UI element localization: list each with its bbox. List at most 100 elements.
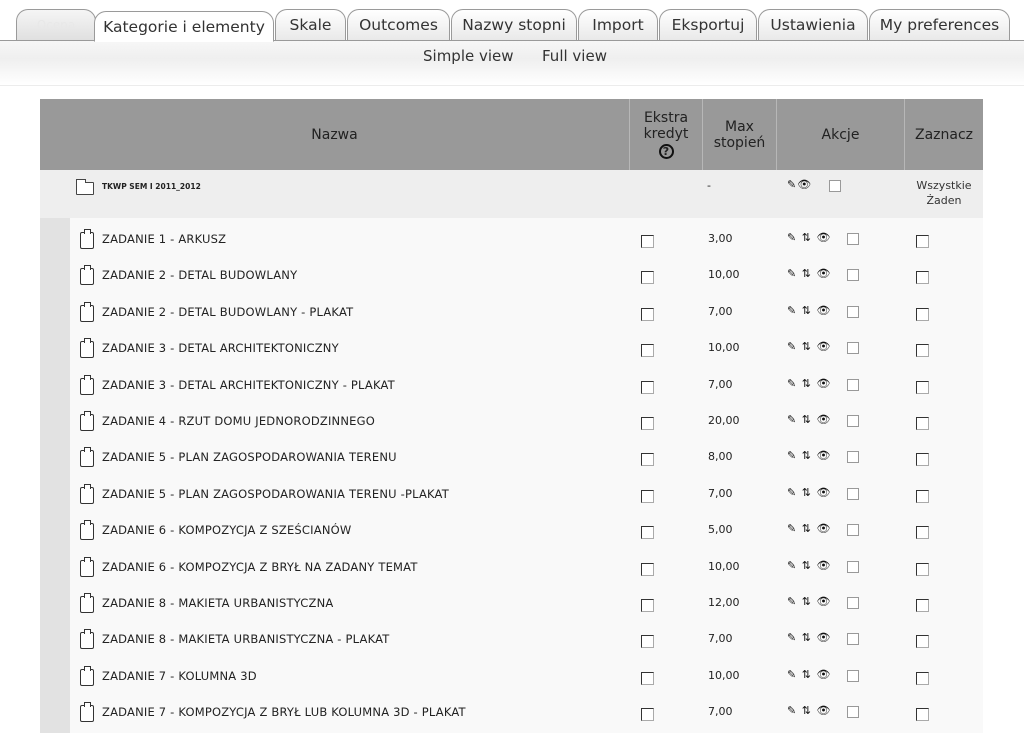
category-action-checkbox[interactable] bbox=[829, 180, 841, 192]
edit-icon[interactable]: ✎ bbox=[787, 178, 797, 191]
move-icon[interactable]: ⇅ bbox=[802, 304, 812, 317]
extra-credit-checkbox[interactable] bbox=[641, 344, 654, 358]
edit-icon[interactable]: ✎ bbox=[787, 340, 797, 353]
eye-icon[interactable]: 👁 bbox=[816, 704, 831, 717]
tab-categories-items[interactable]: Kategorie i elementy bbox=[94, 11, 274, 42]
extra-credit-checkbox[interactable] bbox=[641, 708, 654, 722]
tab-scales[interactable]: Skale bbox=[275, 9, 346, 40]
eye-icon[interactable]: 👁 bbox=[816, 413, 831, 426]
item-action-checkbox[interactable] bbox=[847, 487, 859, 500]
item-name[interactable]: ZADANIE 7 - KOLUMNA 3D bbox=[102, 669, 257, 683]
select-item-checkbox[interactable] bbox=[916, 417, 929, 430]
item-name[interactable]: ZADANIE 2 - DETAL BUDOWLANY - PLAKAT bbox=[102, 305, 353, 319]
move-icon[interactable]: ⇅ bbox=[802, 340, 812, 353]
extra-credit-checkbox[interactable] bbox=[641, 635, 654, 649]
tab-export[interactable]: Eksportuj bbox=[659, 9, 757, 40]
eye-icon[interactable]: 👁 bbox=[816, 377, 831, 390]
tab-settings[interactable]: Ustawienia bbox=[758, 9, 868, 40]
item-name[interactable]: ZADANIE 2 - DETAL BUDOWLANY bbox=[102, 268, 297, 282]
move-icon[interactable]: ⇅ bbox=[802, 413, 812, 426]
extra-credit-checkbox[interactable] bbox=[641, 307, 654, 321]
select-item-checkbox[interactable] bbox=[916, 271, 929, 285]
move-icon[interactable]: ⇅ bbox=[802, 522, 812, 535]
item-action-checkbox[interactable] bbox=[847, 524, 859, 537]
edit-icon[interactable]: ✎ bbox=[787, 704, 797, 717]
edit-icon[interactable]: ✎ bbox=[787, 559, 797, 572]
item-action-checkbox[interactable] bbox=[847, 415, 859, 427]
move-icon[interactable]: ⇅ bbox=[802, 377, 812, 390]
tab-grade-letters[interactable]: Nazwy stopni bbox=[451, 9, 577, 40]
select-item-checkbox[interactable] bbox=[916, 489, 929, 503]
edit-icon[interactable]: ✎ bbox=[787, 413, 797, 426]
move-icon[interactable]: ⇅ bbox=[802, 704, 812, 717]
select-item-checkbox[interactable] bbox=[916, 635, 929, 649]
item-name[interactable]: ZADANIE 5 - PLAN ZAGOSPODAROWANIA TERENU… bbox=[102, 487, 449, 501]
eye-icon[interactable]: 👁 bbox=[816, 449, 831, 462]
select-item-checkbox[interactable] bbox=[916, 599, 929, 612]
help-icon[interactable]: ? bbox=[658, 144, 674, 159]
item-name[interactable]: ZADANIE 8 - MAKIETA URBANISTYCZNA bbox=[102, 596, 333, 610]
eye-icon[interactable]: 👁 bbox=[816, 304, 831, 317]
item-name[interactable]: ZADANIE 7 - KOMPOZYCJA Z BRYŁ LUB KOLUMN… bbox=[102, 705, 466, 719]
select-item-checkbox[interactable] bbox=[916, 235, 929, 248]
item-action-checkbox[interactable] bbox=[847, 669, 859, 682]
edit-icon[interactable]: ✎ bbox=[787, 231, 797, 244]
edit-icon[interactable]: ✎ bbox=[787, 522, 797, 535]
edit-icon[interactable]: ✎ bbox=[787, 267, 797, 280]
item-action-checkbox[interactable] bbox=[847, 560, 859, 573]
edit-icon[interactable]: ✎ bbox=[787, 304, 797, 317]
edit-icon[interactable]: ✎ bbox=[787, 486, 797, 499]
item-name[interactable]: ZADANIE 5 - PLAN ZAGOSPODAROWANIA TERENU bbox=[102, 450, 397, 464]
edit-icon[interactable]: ✎ bbox=[787, 668, 797, 681]
tab-my-preferences[interactable]: My preferences bbox=[869, 9, 1010, 40]
item-name[interactable]: ZADANIE 6 - KOMPOZYCJA Z BRYŁ NA ZADANY … bbox=[102, 560, 418, 574]
simple-view-link[interactable]: Simple view bbox=[423, 47, 514, 65]
select-all-link[interactable]: Wszystkie bbox=[916, 179, 971, 192]
extra-credit-checkbox[interactable] bbox=[641, 599, 654, 612]
select-item-checkbox[interactable] bbox=[916, 708, 929, 722]
extra-credit-checkbox[interactable] bbox=[641, 671, 654, 685]
move-icon[interactable]: ⇅ bbox=[802, 631, 812, 644]
extra-credit-checkbox[interactable] bbox=[641, 271, 654, 285]
eye-icon[interactable]: 👁 bbox=[816, 522, 831, 535]
item-action-checkbox[interactable] bbox=[847, 597, 859, 609]
select-item-checkbox[interactable] bbox=[916, 380, 929, 394]
extra-credit-checkbox[interactable] bbox=[641, 417, 654, 430]
extra-credit-checkbox[interactable] bbox=[641, 453, 654, 467]
move-icon[interactable]: ⇅ bbox=[802, 486, 812, 499]
move-icon[interactable]: ⇅ bbox=[802, 559, 812, 572]
item-action-checkbox[interactable] bbox=[847, 342, 859, 355]
extra-credit-checkbox[interactable] bbox=[641, 526, 654, 540]
extra-credit-checkbox[interactable] bbox=[641, 562, 654, 576]
item-action-checkbox[interactable] bbox=[847, 269, 859, 282]
tab-grader-report[interactable]: Ocena bbox=[16, 9, 96, 40]
item-action-checkbox[interactable] bbox=[847, 633, 859, 646]
edit-icon[interactable]: ✎ bbox=[787, 377, 797, 390]
edit-icon[interactable]: ✎ bbox=[787, 595, 797, 608]
item-action-checkbox[interactable] bbox=[847, 706, 859, 719]
eye-icon[interactable]: 👁 bbox=[816, 340, 831, 353]
move-icon[interactable]: ⇅ bbox=[802, 668, 812, 681]
select-item-checkbox[interactable] bbox=[916, 453, 929, 467]
move-icon[interactable]: ⇅ bbox=[802, 595, 812, 608]
item-name[interactable]: ZADANIE 3 - DETAL ARCHITEKTONICZNY bbox=[102, 341, 339, 355]
tab-import[interactable]: Import bbox=[578, 9, 658, 40]
extra-credit-checkbox[interactable] bbox=[641, 489, 654, 503]
item-name[interactable]: ZADANIE 3 - DETAL ARCHITEKTONICZNY - PLA… bbox=[102, 378, 395, 392]
item-action-checkbox[interactable] bbox=[847, 305, 859, 318]
tab-outcomes[interactable]: Outcomes bbox=[347, 9, 450, 40]
eye-icon[interactable]: 👁 bbox=[816, 267, 831, 280]
extra-credit-checkbox[interactable] bbox=[641, 380, 654, 394]
select-item-checkbox[interactable] bbox=[916, 344, 929, 358]
edit-icon[interactable]: ✎ bbox=[787, 631, 797, 644]
eye-icon[interactable]: 👁 bbox=[816, 595, 831, 608]
item-name[interactable]: ZADANIE 1 - ARKUSZ bbox=[102, 232, 226, 246]
eye-icon[interactable]: 👁 bbox=[816, 559, 831, 572]
item-action-checkbox[interactable] bbox=[847, 378, 859, 391]
eye-icon[interactable]: 👁 bbox=[816, 486, 831, 499]
item-name[interactable]: ZADANIE 4 - RZUT DOMU JEDNORODZINNEGO bbox=[102, 414, 375, 428]
move-icon[interactable]: ⇅ bbox=[802, 231, 812, 244]
select-none-link[interactable]: Żaden bbox=[927, 194, 962, 207]
move-icon[interactable]: ⇅ bbox=[802, 267, 812, 280]
item-name[interactable]: ZADANIE 8 - MAKIETA URBANISTYCZNA - PLAK… bbox=[102, 632, 390, 646]
